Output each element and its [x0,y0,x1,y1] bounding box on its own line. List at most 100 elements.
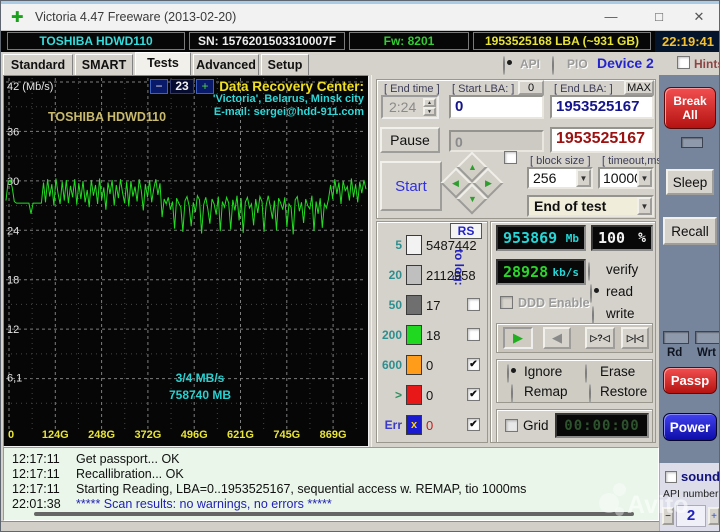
title-bar[interactable]: ✚ Victoria 4.47 Freeware (2013-02-20) — … [1,4,719,31]
ignore-radio[interactable] [507,364,509,383]
svg-text:18: 18 [7,275,19,287]
app-icon: ✚ [11,9,24,26]
svg-text:42 (Mb/s): 42 (Mb/s) [7,81,53,93]
histogram-row-value: 2112958 [426,268,476,283]
passp-button[interactable]: Passp [663,367,717,394]
histogram-block-20ms [406,265,422,285]
end-time-spinner[interactable]: 2:24 ▲ ▼ [381,95,439,119]
log-time: 12:17:11 [12,482,60,496]
log-50ms-checkbox[interactable] [467,298,480,311]
cursor-speed: 3/4 MB/s [175,371,225,385]
arrow-up-icon: ▲ [468,162,477,172]
start-button[interactable]: Start [380,161,442,211]
recall-button[interactable]: Recall [663,217,717,245]
sleep-button[interactable]: Sleep [666,169,714,195]
percent-lcd: 100 % [591,225,653,251]
tab-setup[interactable]: Setup [261,54,309,75]
timeout-dropdown-icon[interactable]: ▼ [637,169,652,187]
end-lba-label: [ End LBA: ] [554,83,613,95]
log-time: 22:01:38 [12,497,61,511]
timer-value: 00:00:00 [564,417,640,434]
close-button[interactable]: ✕ [677,4,719,30]
histogram-row-value: 0 [426,418,434,433]
svg-text:124G: 124G [42,429,69,441]
log-line: 12:17:11 Recallibration... OK [4,467,658,482]
log-200ms-checkbox[interactable] [467,328,480,341]
minimize-button[interactable]: — [589,4,633,30]
zoom-in-button[interactable]: + [196,79,214,94]
speed-lcd: 28928 kb/s [496,259,586,285]
tab-smart[interactable]: SMART [75,54,133,75]
ignore-label: Ignore [524,364,563,379]
start-lba-zero-button[interactable]: 0 [518,80,544,95]
end-of-test-select[interactable]: End of test ▼ [527,195,654,217]
end-lba-input[interactable]: 1953525167 [550,95,654,119]
api-number-minus-button[interactable]: − [662,507,674,525]
api-number-plus-button[interactable]: + [708,507,719,525]
log-600ms-checkbox[interactable]: ✔ [467,358,480,371]
ddd-enable-label: DDD Enable [518,296,590,310]
histogram-row-label: 50 [388,298,402,312]
zoom-out-button[interactable]: − [150,79,168,94]
start-lba-input[interactable]: 0 [449,95,544,119]
histogram-block-over [406,385,422,405]
tab-tests[interactable]: Tests [135,52,191,75]
position-unit: Mb [565,231,579,245]
end-time-down-icon[interactable]: ▼ [423,107,436,116]
pio-radio[interactable] [552,56,554,75]
tab-standard[interactable]: Standard [3,54,73,75]
api-number-label: API number [663,488,719,500]
zoom-value: 23 [170,79,194,94]
defect-action-group: Ignore Erase Remap Restore [496,359,653,403]
speed-graph: 0 124G 248G 372G 496G 621G 745G 869G 42 (Mb/s) 36… [3,75,369,447]
histogram-row-label: 20 [388,268,402,282]
log-time: 12:17:11 [12,467,60,481]
log-horizontal-scrollbar[interactable] [34,512,634,516]
histogram-block-50ms [406,295,422,315]
position-lcd: 953869 Mb [496,225,586,251]
write-label: write [606,306,635,321]
api-radio[interactable] [503,56,505,75]
read-radio[interactable] [590,284,592,303]
histogram-block-5ms [406,235,422,255]
log-message: Get passport... OK [76,452,180,466]
timeout-select[interactable]: 10000 ▼ [598,167,654,189]
block-size-dropdown-icon[interactable]: ▼ [576,169,591,187]
test-control-panel: [ End time ] 2:24 ▲ ▼ [ Start LBA: ] 0 0… [371,75,668,447]
pio-label: PIO [567,57,588,71]
rewind-button[interactable]: ◀ [543,327,571,349]
svg-text:6,1: 6,1 [7,373,22,385]
block-size-select[interactable]: 256 ▼ [527,167,593,189]
arrow-down-icon: ▼ [468,194,477,204]
nav-checkbox[interactable] [504,151,517,164]
grid-checkbox[interactable] [505,419,518,432]
max-button[interactable]: MAX [624,80,654,95]
hints-checkbox[interactable] [677,56,690,69]
end-time-up-icon[interactable]: ▲ [423,98,436,107]
log-error-checkbox[interactable]: ✔ [467,418,480,431]
tab-advanced[interactable]: Advanced [193,54,259,75]
percent-unit: % [638,230,646,246]
break-all-button[interactable]: Break All [664,87,716,129]
remap-radio[interactable] [511,384,513,403]
power-button[interactable]: Power [663,413,717,441]
log-over-checkbox[interactable]: ✔ [467,388,480,401]
pause-button[interactable]: Pause [380,127,440,153]
scan-skip-button[interactable]: ▷|◁ [621,327,649,349]
end-of-test-dropdown-icon[interactable]: ▼ [637,197,652,215]
play-button[interactable]: ▶ [503,327,533,349]
maximize-button[interactable]: □ [637,4,681,30]
rs-button[interactable]: RS [450,223,482,239]
sound-checkbox[interactable] [665,471,677,483]
ddd-enable-checkbox[interactable] [500,296,513,309]
histogram-row-value: 0 [426,358,434,373]
restore-radio[interactable] [589,384,591,403]
end-of-test-value: End of test [534,198,607,214]
cursor-position: 758740 MB [168,388,232,402]
verify-radio[interactable] [588,262,590,281]
write-led [695,331,719,344]
svg-text:869G: 869G [320,429,347,441]
histogram-block-600ms [406,355,422,375]
scan-question-button[interactable]: ▷?◁ [585,327,615,349]
erase-radio[interactable] [585,364,587,383]
